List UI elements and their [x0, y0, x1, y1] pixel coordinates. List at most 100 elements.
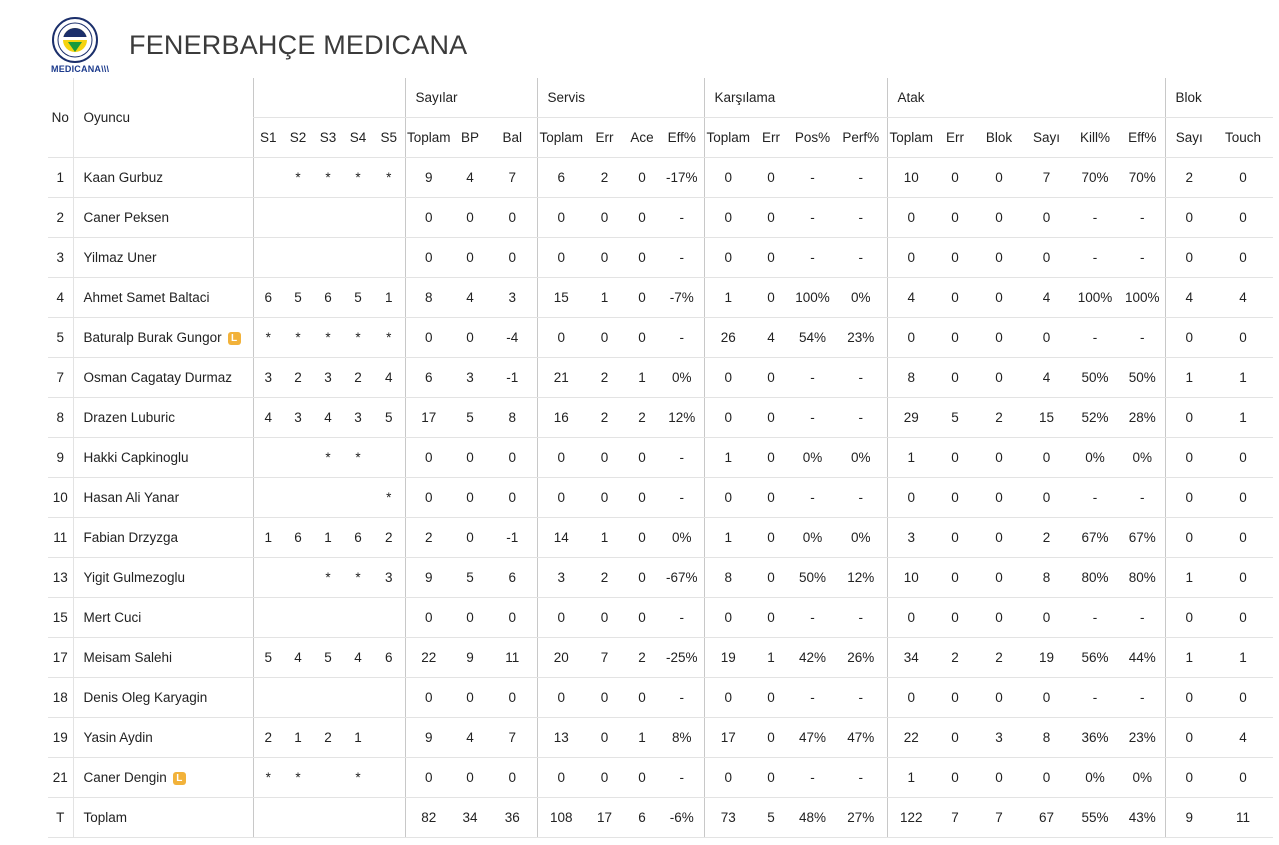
col-header-atak-eff%[interactable]: Eff% [1120, 117, 1165, 158]
player-name[interactable]: Kaan Gurbuz [84, 170, 164, 185]
atak-cell: 0 [935, 357, 975, 398]
player-number: 21 [48, 757, 73, 798]
atak-cell: 0 [886, 317, 935, 358]
blok-cell: 0 [1164, 317, 1213, 358]
set-cell [283, 437, 313, 478]
player-name-cell[interactable]: Hasan Ali Yanar [72, 477, 253, 518]
player-name[interactable]: Drazen Luburic [84, 410, 176, 425]
set-cell [252, 557, 283, 598]
col-header-karsilama-err[interactable]: Err [752, 117, 790, 158]
player-number: 1 [48, 157, 73, 198]
player-name-cell[interactable]: Osman Cagatay Durmaz [72, 357, 253, 398]
servis-cell: 108 [536, 797, 585, 838]
atak-cell: 0 [886, 597, 935, 638]
player-name[interactable]: Toplam [84, 810, 128, 825]
karsilama-cell: 50% [790, 557, 835, 598]
servis-cell: 12% [660, 397, 704, 438]
col-header-karsilama-pos%[interactable]: Pos% [790, 117, 835, 158]
atak-cell: 4 [1023, 277, 1070, 318]
player-name[interactable]: Fabian Drzyzga [84, 530, 179, 545]
atak-cell: 8 [1023, 557, 1070, 598]
col-header-atak-blok[interactable]: Blok [975, 117, 1023, 158]
player-name-cell[interactable]: Fabian Drzyzga [72, 517, 253, 558]
servis-cell: 0 [536, 437, 585, 478]
group-header-row: No Oyuncu Sayılar Servis Karşılama Atak … [48, 78, 1273, 158]
karsilama-cell: 1 [703, 437, 752, 478]
col-header-sets-s1[interactable]: S1 [252, 117, 283, 158]
player-name-cell[interactable]: Yilmaz Uner [72, 237, 253, 278]
player-name-cell[interactable]: Drazen Luburic [72, 397, 253, 438]
player-name-cell[interactable]: Meisam Salehi [72, 637, 253, 678]
karsilama-cell: 1 [752, 637, 790, 678]
col-header-sets-s3[interactable]: S3 [313, 117, 343, 158]
karsilama-cell: 0 [752, 237, 790, 278]
col-header-sets-s5[interactable]: S5 [373, 117, 405, 158]
karsilama-cell: 0 [752, 557, 790, 598]
set-cell: * [343, 437, 373, 478]
set-cell: 2 [373, 517, 405, 558]
player-name-cell[interactable]: Yasin Aydin [72, 717, 253, 758]
player-number: 5 [48, 317, 73, 358]
col-header-blok-sayı[interactable]: Sayı [1164, 117, 1213, 158]
col-header-karsilama-perf%[interactable]: Perf% [835, 117, 887, 158]
col-header-servis-toplam[interactable]: Toplam [536, 117, 585, 158]
col-header-sets-s2[interactable]: S2 [283, 117, 313, 158]
karsilama-cell: 0 [752, 717, 790, 758]
col-header-blok-touch[interactable]: Touch [1213, 117, 1273, 158]
player-name[interactable]: Caner Peksen [84, 210, 170, 225]
atak-cell: - [1070, 197, 1120, 238]
col-header-servis-err[interactable]: Err [585, 117, 624, 158]
player-name[interactable]: Denis Oleg Karyagin [84, 690, 208, 705]
set-cell [252, 677, 283, 718]
set-cell [252, 157, 283, 198]
sayilar-cell: 36 [488, 797, 537, 838]
player-name[interactable]: Yilmaz Uner [84, 250, 157, 265]
col-header-sayilar-bal[interactable]: Bal [488, 117, 537, 158]
player-name[interactable]: Yasin Aydin [84, 730, 153, 745]
col-header-atak-kill%[interactable]: Kill% [1070, 117, 1120, 158]
atak-cell: 0% [1120, 437, 1165, 478]
player-name-cell[interactable]: Caner Dengin L [72, 757, 253, 798]
sayilar-cell: 0 [452, 317, 488, 358]
karsilama-cell: 0 [703, 597, 752, 638]
col-header-player[interactable]: Oyuncu [72, 78, 253, 158]
player-name[interactable]: Meisam Salehi [84, 650, 173, 665]
col-header-servis-ace[interactable]: Ace [624, 117, 660, 158]
set-cell: * [313, 437, 343, 478]
col-header-sayilar-toplam[interactable]: Toplam [404, 117, 452, 158]
player-name[interactable]: Hasan Ali Yanar [84, 490, 180, 505]
player-name[interactable]: Mert Cuci [84, 610, 142, 625]
player-name-cell[interactable]: Ahmet Samet Baltaci [72, 277, 253, 318]
player-name[interactable]: Ahmet Samet Baltaci [84, 290, 210, 305]
player-name-cell[interactable]: Baturalp Burak Gungor L [72, 317, 253, 358]
set-cell [343, 797, 373, 838]
col-header-atak-sayı[interactable]: Sayı [1023, 117, 1070, 158]
col-header-atak-err[interactable]: Err [935, 117, 975, 158]
player-name-cell[interactable]: Denis Oleg Karyagin [72, 677, 253, 718]
sayilar-cell: 11 [488, 637, 537, 678]
player-name-cell[interactable]: Hakki Capkinoglu [72, 437, 253, 478]
set-cell: 3 [313, 357, 343, 398]
player-name-cell[interactable]: Yigit Gulmezoglu [72, 557, 253, 598]
col-header-sets-s4[interactable]: S4 [343, 117, 373, 158]
servis-cell: 0 [585, 317, 624, 358]
player-name[interactable]: Caner Dengin [84, 770, 167, 785]
atak-cell: 0 [1023, 437, 1070, 478]
col-header-sayilar-bp[interactable]: BP [452, 117, 488, 158]
atak-cell: 22 [886, 717, 935, 758]
karsilama-cell: - [790, 157, 835, 198]
player-name[interactable]: Yigit Gulmezoglu [84, 570, 186, 585]
player-name-cell[interactable]: Mert Cuci [72, 597, 253, 638]
player-name-cell[interactable]: Caner Peksen [72, 197, 253, 238]
player-name[interactable]: Baturalp Burak Gungor [84, 330, 222, 345]
player-name[interactable]: Osman Cagatay Durmaz [84, 370, 233, 385]
atak-cell: 0 [975, 437, 1023, 478]
blok-cell: 0 [1164, 757, 1213, 798]
player-name[interactable]: Hakki Capkinoglu [84, 450, 189, 465]
col-header-no[interactable]: No [48, 78, 73, 158]
col-header-karsilama-toplam[interactable]: Toplam [703, 117, 752, 158]
col-header-atak-toplam[interactable]: Toplam [886, 117, 935, 158]
player-name-cell[interactable]: Kaan Gurbuz [72, 157, 253, 198]
player-name-cell[interactable]: Toplam [72, 797, 253, 838]
col-header-servis-eff%[interactable]: Eff% [660, 117, 704, 158]
